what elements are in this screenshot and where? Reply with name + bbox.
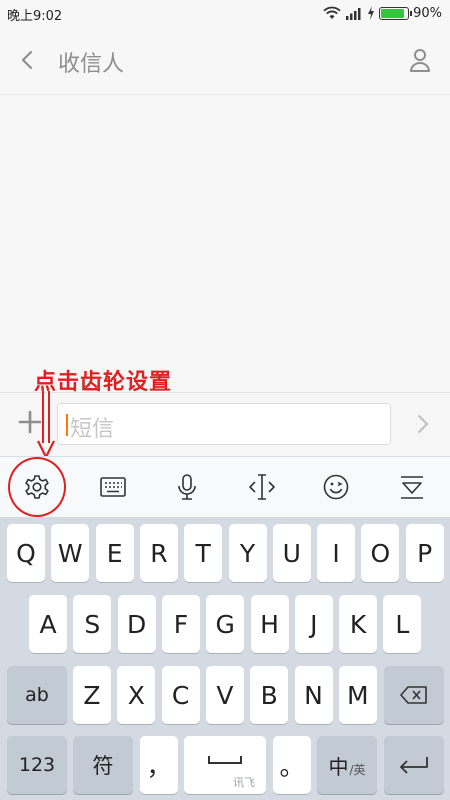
key-n[interactable]: N xyxy=(294,666,333,724)
key-w[interactable]: W xyxy=(51,524,90,582)
status-time: 晚上9:02 xyxy=(7,9,63,24)
key-label: O xyxy=(370,538,391,568)
key-u[interactable]: U xyxy=(272,524,311,582)
key-v[interactable]: V xyxy=(205,666,244,724)
key-sublabel: /英 xyxy=(349,762,366,777)
key-m[interactable]: M xyxy=(338,666,377,724)
key-h[interactable]: H xyxy=(250,595,289,653)
chevron-right-icon[interactable] xyxy=(414,412,432,436)
keyboard-icon[interactable] xyxy=(98,472,128,502)
key-label: ab xyxy=(25,684,49,706)
key-b[interactable]: B xyxy=(250,666,289,724)
battery-level-fill xyxy=(381,8,404,18)
key-label: W xyxy=(57,538,83,568)
charging-icon xyxy=(368,6,375,20)
key-g[interactable]: G xyxy=(206,595,245,653)
message-placeholder: 短信 xyxy=(70,417,115,442)
key-label: Y xyxy=(239,538,256,568)
key-label: A xyxy=(39,609,57,639)
key-y[interactable]: Y xyxy=(228,524,267,582)
key-k[interactable]: K xyxy=(339,595,378,653)
key-label: H xyxy=(260,609,279,639)
key-j[interactable]: J xyxy=(294,595,333,653)
symbols-key[interactable]: 符 xyxy=(73,736,133,794)
key-label: C xyxy=(171,680,190,710)
signal-icon xyxy=(346,8,361,20)
key-label: F xyxy=(173,609,189,639)
key-label: E xyxy=(106,538,123,568)
status-bar: 晚上9:02 90% xyxy=(0,0,450,26)
key-x[interactable]: X xyxy=(117,666,156,724)
abc-key[interactable]: ab xyxy=(7,666,67,724)
key-l[interactable]: L xyxy=(383,595,422,653)
key-label: I xyxy=(332,538,340,568)
keyboard-toolbar xyxy=(0,456,450,518)
key-label: V xyxy=(216,680,234,710)
status-icons: 90% xyxy=(323,4,442,22)
key-label: 。 xyxy=(279,752,305,781)
key-label: D xyxy=(126,609,147,639)
space-icon xyxy=(208,756,242,764)
chevron-left-icon[interactable] xyxy=(16,46,40,74)
collapse-keyboard-icon[interactable] xyxy=(397,472,427,502)
key-a[interactable]: A xyxy=(29,595,67,653)
page-title: 收信人 xyxy=(58,52,125,77)
comma-key[interactable]: ， xyxy=(140,736,178,794)
language-switch-key[interactable]: 中/英 xyxy=(317,736,377,794)
key-label: Q xyxy=(16,538,36,568)
period-key[interactable]: 。 xyxy=(273,736,311,794)
key-label: 中 xyxy=(328,754,349,779)
key-label: K xyxy=(349,609,367,639)
person-icon[interactable] xyxy=(408,47,432,73)
key-label: 123 xyxy=(18,754,56,776)
battery-icon xyxy=(379,6,413,20)
text-cursor-icon[interactable] xyxy=(247,472,277,502)
message-input[interactable]: 短信 xyxy=(57,403,391,445)
key-t[interactable]: T xyxy=(184,524,223,582)
enter-key[interactable] xyxy=(384,736,444,794)
key-label: T xyxy=(195,538,211,568)
key-label: 符 xyxy=(92,754,114,778)
key-r[interactable]: R xyxy=(139,524,178,582)
key-z[interactable]: Z xyxy=(73,666,111,724)
key-label: J xyxy=(310,609,318,639)
numbers-key[interactable]: 123 xyxy=(7,736,67,794)
message-content-area xyxy=(0,95,450,392)
key-label: U xyxy=(282,538,301,568)
key-f[interactable]: F xyxy=(161,595,200,653)
key-s[interactable]: S xyxy=(73,595,112,653)
key-e[interactable]: E xyxy=(95,524,134,582)
emoji-icon[interactable] xyxy=(321,472,351,502)
key-label: S xyxy=(84,609,101,639)
microphone-icon[interactable] xyxy=(172,472,202,502)
composer-bar: 短信 xyxy=(0,392,450,457)
key-d[interactable]: D xyxy=(117,595,156,653)
key-label: N xyxy=(304,680,323,710)
key-label: ， xyxy=(146,752,172,781)
space-brand-label: 讯飞 xyxy=(233,776,255,789)
key-label: L xyxy=(395,609,410,639)
key-label: P xyxy=(417,538,433,568)
header-bar: 收信人 xyxy=(0,26,450,95)
key-label: R xyxy=(150,538,168,568)
key-p[interactable]: P xyxy=(405,524,444,582)
key-label: M xyxy=(347,680,369,710)
text-caret xyxy=(66,414,68,436)
wifi-icon xyxy=(323,6,341,19)
key-c[interactable]: C xyxy=(161,666,200,724)
key-o[interactable]: O xyxy=(361,524,400,582)
key-label: X xyxy=(127,680,145,710)
key-q[interactable]: Q xyxy=(7,524,45,582)
key-label: Z xyxy=(83,680,101,710)
annotation-circle xyxy=(8,457,66,517)
key-label: G xyxy=(215,609,235,639)
annotation-arrow-icon xyxy=(37,391,55,459)
backspace-icon xyxy=(400,686,427,704)
key-i[interactable]: I xyxy=(317,524,356,582)
battery-percent: 90% xyxy=(413,5,442,21)
backspace-key[interactable] xyxy=(384,666,444,724)
key-label: B xyxy=(260,680,278,710)
enter-icon xyxy=(400,757,428,774)
